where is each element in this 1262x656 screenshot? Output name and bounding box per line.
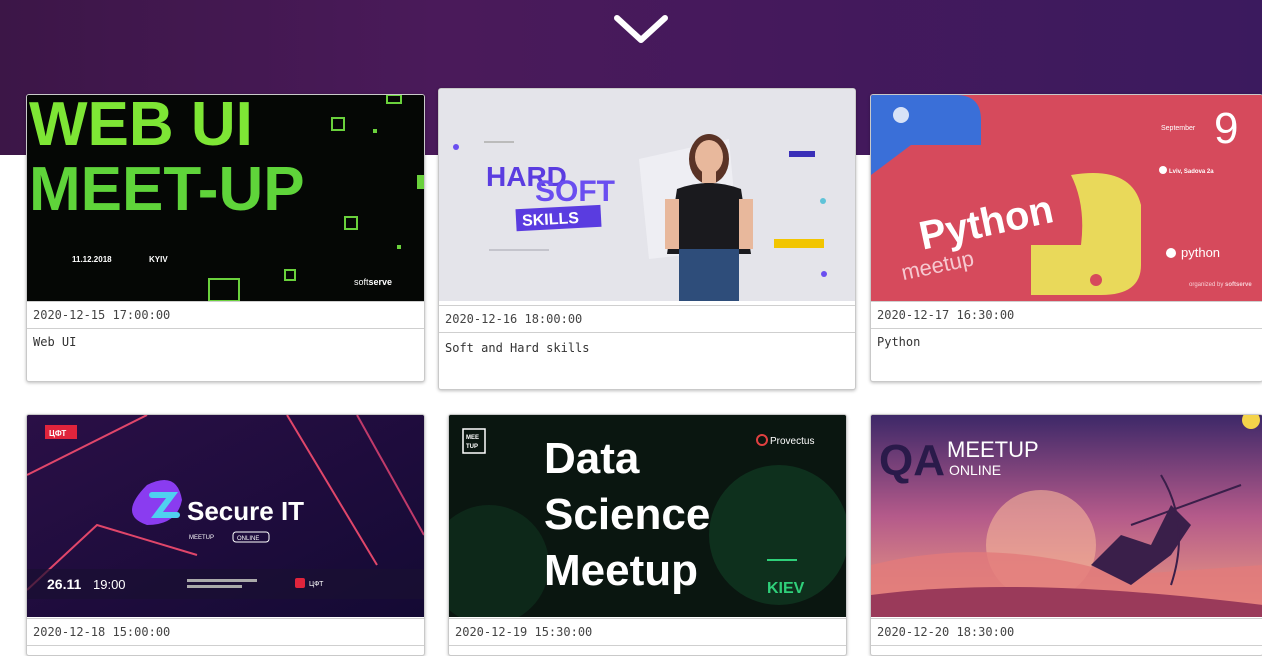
thumb-city: KIEV bbox=[767, 580, 805, 597]
thumb-date: 11.12.2018 bbox=[72, 255, 112, 264]
event-date: 2020-12-20 18:30:00 bbox=[871, 618, 1262, 646]
thumb-brand: ЦФТ bbox=[309, 581, 324, 588]
thumb-headline: MEET-UP bbox=[29, 155, 305, 224]
event-date: 2020-12-15 17:00:00 bbox=[27, 301, 424, 329]
thumb-brand: Provectus bbox=[770, 436, 814, 447]
thumb-time: 19:00 bbox=[93, 577, 126, 592]
event-card[interactable]: ЦФТ Secure IT MEETUP ONLINE 26.11 19:00 … bbox=[26, 414, 425, 656]
svg-text:softserve: softserve bbox=[354, 277, 392, 287]
chevron-down-icon[interactable] bbox=[611, 12, 671, 46]
event-date: 2020-12-16 18:00:00 bbox=[439, 305, 855, 333]
thumb-city: KYIV bbox=[149, 255, 168, 264]
event-thumbnail[interactable]: QA MEETUP ONLINE bbox=[871, 415, 1262, 617]
event-card[interactable]: QA MEETUP ONLINE 2020-12-20 18:30:00 bbox=[870, 414, 1262, 656]
thumb-sub: MEETUP bbox=[189, 535, 214, 541]
thumb-headline: Secure IT bbox=[187, 496, 304, 526]
thumb-top: MEETUP bbox=[947, 437, 1039, 462]
thumb-place: Lviv, Sadova 2a bbox=[1169, 169, 1214, 175]
thumb-headline: Meetup bbox=[544, 546, 698, 595]
event-date: 2020-12-17 16:30:00 bbox=[871, 301, 1262, 329]
thumb-org: softserve bbox=[1225, 282, 1252, 288]
event-card[interactable]: WEB UI MEET-UP 11.12.2018 KYIV softserve… bbox=[26, 94, 425, 382]
thumb-day: 9 bbox=[1214, 104, 1238, 153]
event-date: 2020-12-18 15:00:00 bbox=[27, 618, 424, 646]
thumb-tag: TUP bbox=[466, 444, 478, 450]
thumb-org: organized by bbox=[1189, 282, 1223, 288]
event-card[interactable]: HARD SOFT SKILLS 2020-12-16 18:00:00 Sof… bbox=[438, 88, 856, 390]
thumb-headline: SKILLS bbox=[522, 210, 580, 230]
event-title[interactable]: Web UI bbox=[27, 329, 424, 349]
thumb-headline: Data bbox=[544, 434, 640, 483]
svg-text:organized by softserve: organized by softserve bbox=[1189, 282, 1252, 288]
event-title[interactable]: Soft and Hard skills bbox=[439, 335, 855, 355]
event-thumbnail[interactable]: HARD SOFT SKILLS bbox=[439, 89, 855, 301]
thumb-badge: ONLINE bbox=[237, 536, 259, 542]
thumb-headline: SOFT bbox=[535, 175, 615, 208]
thumb-tag: MEE bbox=[466, 435, 479, 441]
thumb-headline: QA bbox=[879, 436, 945, 485]
thumb-bottom: ONLINE bbox=[949, 462, 1001, 478]
thumb-headline: Science bbox=[544, 490, 710, 539]
event-card[interactable]: Python meetup 9 September Lviv, Sadova 2… bbox=[870, 94, 1262, 382]
thumb-tag: ЦФТ bbox=[49, 429, 66, 438]
thumb-month: September bbox=[1161, 125, 1196, 132]
event-title[interactable]: Python bbox=[871, 329, 1262, 349]
event-card[interactable]: MEE TUP Data Science Meetup KIEV Provect… bbox=[448, 414, 847, 656]
thumb-logo: python bbox=[1181, 245, 1220, 260]
thumb-brand: soft bbox=[354, 277, 369, 287]
event-thumbnail[interactable]: ЦФТ Secure IT MEETUP ONLINE 26.11 19:00 … bbox=[27, 415, 424, 617]
event-thumbnail[interactable]: WEB UI MEET-UP 11.12.2018 KYIV softserve bbox=[27, 95, 424, 301]
thumb-headline: WEB UI bbox=[29, 95, 253, 159]
event-thumbnail[interactable]: MEE TUP Data Science Meetup KIEV Provect… bbox=[449, 415, 846, 617]
thumb-when: 26.11 bbox=[47, 576, 81, 592]
event-thumbnail[interactable]: Python meetup 9 September Lviv, Sadova 2… bbox=[871, 95, 1262, 301]
event-date: 2020-12-19 15:30:00 bbox=[449, 618, 846, 646]
thumb-brand: serve bbox=[369, 277, 393, 287]
